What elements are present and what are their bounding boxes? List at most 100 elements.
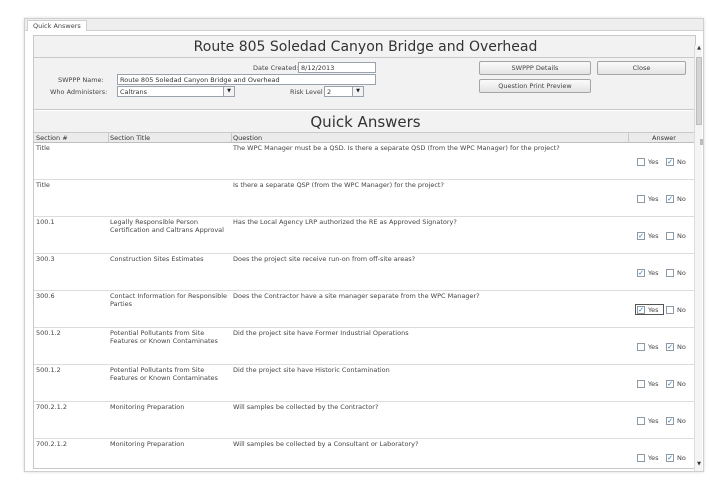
risk-level-label: Risk Level: [290, 88, 323, 96]
column-headers: Section # Section Title Question Answer: [34, 133, 695, 143]
no-checkbox[interactable]: ✓: [666, 195, 674, 203]
row-question: Will samples be collected by a Consultan…: [233, 441, 419, 448]
row-section-number: 300.3: [36, 256, 55, 263]
close-button[interactable]: Close: [597, 61, 686, 75]
no-checkbox[interactable]: [666, 306, 674, 314]
tab-quick-answers[interactable]: Quick Answers: [27, 20, 87, 31]
window-edge-marker: [700, 139, 703, 145]
table-row: 500.1.2 Potential Pollutants from Site Fe…: [34, 328, 695, 365]
yes-checkbox[interactable]: ✓: [637, 269, 645, 277]
section-heading: Quick Answers: [310, 113, 421, 131]
no-checkbox[interactable]: [666, 269, 674, 277]
yes-label: Yes: [648, 454, 659, 462]
yes-label: Yes: [648, 195, 659, 203]
no-label: No: [677, 306, 686, 314]
row-section-number: Title: [36, 145, 50, 152]
question-print-preview-button[interactable]: Question Print Preview: [479, 79, 591, 93]
form-panel: Route 805 Soledad Canyon Bridge and Over…: [33, 35, 696, 469]
row-section-number: 500.1.2: [36, 330, 61, 337]
yes-checkbox[interactable]: [637, 380, 645, 388]
no-checkbox[interactable]: ✓: [666, 380, 674, 388]
who-administers-label: Who Administers:: [50, 88, 108, 96]
row-section-number: 700.2.1.2: [36, 404, 68, 411]
swppp-name-field[interactable]: Route 805 Soledad Canyon Bridge and Over…: [117, 74, 376, 85]
quick-answers-header: Quick Answers: [34, 111, 695, 133]
yes-checkbox[interactable]: [637, 454, 645, 462]
table-row: 100.1 Legally Responsible Person Certific…: [34, 217, 695, 254]
table-row: 500.1.2 Potential Pollutants from Site Fe…: [34, 365, 695, 402]
no-label: No: [677, 454, 686, 462]
column-divider: [108, 133, 109, 143]
column-header-section-title: Section Title: [110, 134, 151, 142]
yes-label: Yes: [648, 269, 659, 277]
row-section-number: 700.2.1.2: [36, 441, 68, 448]
column-header-question: Question: [233, 134, 263, 142]
date-created-field[interactable]: 8/12/2013: [298, 62, 376, 73]
vertical-scrollbar[interactable]: ▲ ▼: [694, 45, 702, 471]
answer-choices: Yes ✓ No: [629, 194, 695, 205]
row-section-number: 100.1: [36, 219, 55, 226]
yes-label: Yes: [648, 417, 659, 425]
quick-answers-window: Quick Answers Route 805 Soledad Canyon B…: [24, 18, 704, 472]
table-row: 300.6 Contact Information for Responsible…: [34, 291, 695, 328]
row-section-title: Potential Pollutants from Site Features …: [110, 330, 218, 345]
no-label: No: [677, 417, 686, 425]
scrollbar-thumb[interactable]: [696, 57, 702, 125]
answer-choices: Yes ✓ No: [629, 157, 695, 168]
swppp-details-button[interactable]: SWPPP Details: [479, 61, 591, 75]
yes-checkbox[interactable]: [637, 343, 645, 351]
row-section-number: Title: [36, 182, 50, 189]
answer-choices: Yes ✓ No: [629, 342, 695, 353]
column-header-section: Section #: [36, 134, 68, 142]
answer-choices: Yes ✓ No: [629, 379, 695, 390]
no-checkbox[interactable]: [666, 232, 674, 240]
yes-checkbox[interactable]: [637, 195, 645, 203]
yes-label: Yes: [648, 158, 659, 166]
no-label: No: [677, 232, 686, 240]
row-question: Is there a separate QSP (from the WPC Ma…: [233, 182, 444, 189]
table-row: Title Is there a separate QSP (from the W…: [34, 180, 695, 217]
row-question: Has the Local Agency LRP authorized the …: [233, 219, 457, 226]
column-divider: [231, 133, 232, 143]
no-checkbox[interactable]: ✓: [666, 343, 674, 351]
yes-label: Yes: [648, 232, 659, 240]
no-label: No: [677, 380, 686, 388]
row-section-title: Potential Pollutants from Site Features …: [110, 367, 218, 382]
row-section-title: Contact Information for Responsible Part…: [110, 293, 228, 308]
yes-checkbox[interactable]: ✓: [637, 232, 645, 240]
scroll-up-icon[interactable]: ▲: [695, 45, 703, 55]
yes-checkbox[interactable]: [637, 417, 645, 425]
row-section-title: Monitoring Preparation: [110, 441, 185, 448]
no-label: No: [677, 269, 686, 277]
page-title: Route 805 Soledad Canyon Bridge and Over…: [193, 39, 538, 55]
answer-choices: ✓ Yes No: [629, 268, 695, 279]
row-question: Did the project site have Historic Conta…: [233, 367, 390, 374]
row-question: Does the project site receive run-on fro…: [233, 256, 416, 263]
no-checkbox[interactable]: ✓: [666, 158, 674, 166]
table-row: Title The WPC Manager must be a QSD. Is t…: [34, 143, 695, 180]
row-section-number: 300.6: [36, 293, 55, 300]
chevron-down-icon[interactable]: ▼: [352, 87, 363, 96]
answer-choices: Yes ✓ No: [629, 416, 695, 427]
who-administers-dropdown[interactable]: Caltrans ▼: [117, 86, 235, 97]
column-divider: [628, 133, 629, 143]
no-checkbox[interactable]: ✓: [666, 454, 674, 462]
scroll-down-icon[interactable]: ▼: [695, 461, 703, 471]
row-section-number: 500.1.2: [36, 367, 61, 374]
who-administers-value: Caltrans: [120, 88, 148, 96]
risk-level-dropdown[interactable]: 2 ▼: [324, 86, 364, 97]
no-label: No: [677, 343, 686, 351]
chevron-down-icon[interactable]: ▼: [223, 87, 234, 96]
row-section-title: Construction Sites Estimates: [110, 256, 204, 263]
row-question: Does the Contractor have a site manager …: [233, 293, 480, 300]
row-section-title: Legally Responsible Person Certification…: [110, 219, 224, 234]
swppp-name-label: SWPPP Name:: [58, 76, 104, 84]
answers-table: Title The WPC Manager must be a QSD. Is t…: [34, 143, 695, 468]
no-checkbox[interactable]: ✓: [666, 417, 674, 425]
no-label: No: [677, 195, 686, 203]
answer-choices: ✓ Yes No: [629, 304, 695, 316]
row-question: Will samples be collected by the Contrac…: [233, 404, 379, 411]
yes-checkbox[interactable]: [637, 158, 645, 166]
table-row: 700.2.1.2 Monitoring Preparation Will samp…: [34, 439, 695, 468]
column-header-answer: Answer: [652, 134, 676, 142]
